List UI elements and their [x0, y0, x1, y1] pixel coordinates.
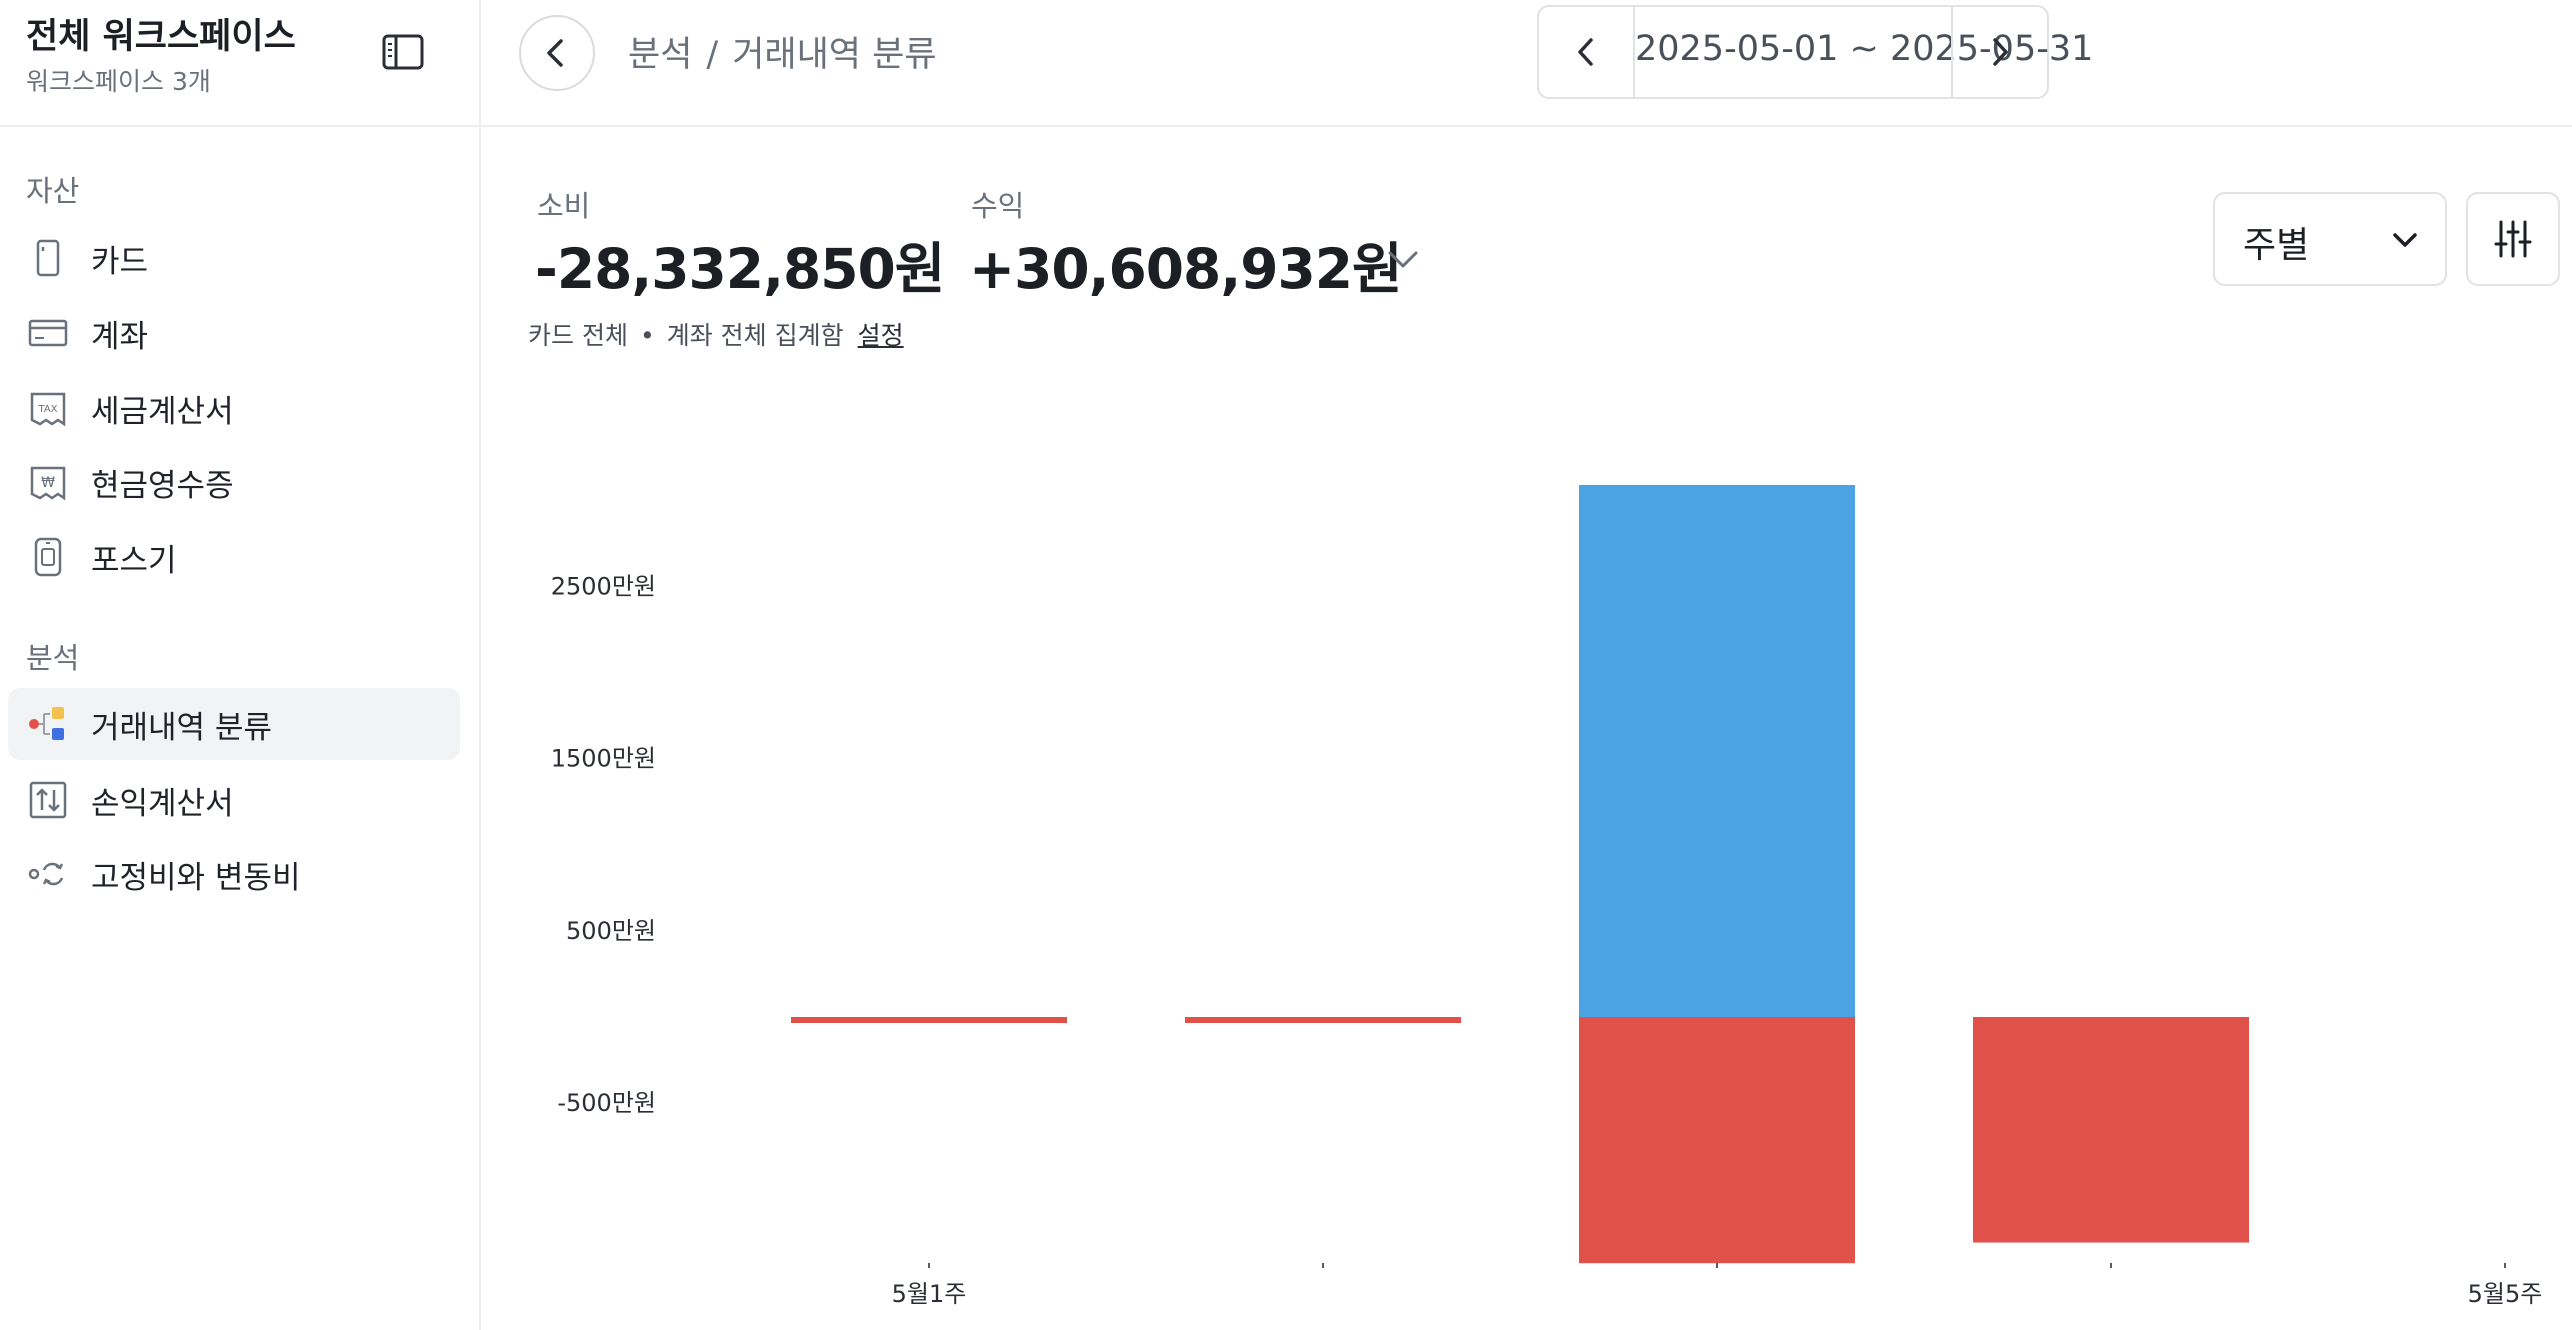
sidebar-item-label: 고정비와 변동비	[91, 860, 301, 896]
chevron-left-icon	[547, 39, 563, 67]
expense-label: 소비	[537, 189, 591, 223]
x-axis: 5월1주 5월5주	[892, 1263, 2543, 1308]
sidebar-item-income-statement[interactable]: 손익계산서	[8, 764, 460, 836]
breadcrumb-separator: /	[706, 35, 719, 75]
expense-bar[interactable]	[791, 1017, 1067, 1023]
sidebar: 전체 워크스페이스 워크스페이스 3개 자산 카드 계좌 TAX 세금계산서 ₩…	[0, 0, 481, 1330]
chevron-right-icon	[1993, 38, 2008, 66]
sidebar-item-label: 거래내역 분류	[91, 710, 272, 746]
x-tick-label: 5월5주	[2468, 1280, 2543, 1308]
svg-text:₩: ₩	[41, 475, 55, 491]
cash-receipt-icon: ₩	[28, 462, 68, 502]
chevron-left-icon	[1578, 38, 1593, 66]
weekly-income-expense-chart: 2500만원 1500만원 500만원 -500만원 5월1주 5월5주	[551, 485, 2543, 1308]
back-button[interactable]	[519, 15, 595, 91]
sidebar-item-label: 카드	[91, 244, 149, 280]
date-range-text[interactable]: 2025-05-01 ~ 2025-05-31	[1635, 29, 2093, 69]
bank-account-icon	[28, 313, 68, 353]
pos-terminal-icon	[28, 537, 68, 577]
note-dot: •	[639, 321, 655, 350]
expense-total: -28,332,850원	[535, 237, 945, 301]
date-range-picker: 2025-05-01 ~ 2025-05-31	[1537, 5, 2093, 99]
bars	[791, 485, 2249, 1264]
expense-bar[interactable]	[1185, 1017, 1461, 1023]
y-tick-label: 500만원	[566, 917, 656, 945]
workspace-title[interactable]: 전체 워크스페이스	[26, 8, 296, 59]
workspace-count: 워크스페이스 3개	[26, 67, 211, 96]
income-statement-icon	[28, 780, 68, 820]
breadcrumb: 분석 / 거래내역 분류	[628, 26, 937, 77]
x-tick-label: 5월1주	[892, 1280, 967, 1308]
settings-link[interactable]: 설정	[858, 321, 904, 350]
sidebar-item-fixed-variable-cost[interactable]: 고정비와 변동비	[8, 838, 460, 910]
sidebar-item-label: 포스기	[91, 543, 177, 579]
sidebar-item-transaction-categorize[interactable]: 거래내역 분류	[8, 688, 460, 760]
svg-text:TAX: TAX	[37, 404, 57, 415]
income-label: 수익	[971, 189, 1025, 223]
expense-bar[interactable]	[1579, 1017, 1855, 1264]
breadcrumb-item-current: 거래내역 분류	[732, 35, 937, 75]
income-total: +30,608,932원	[969, 237, 1403, 301]
sidebar-toggle-icon[interactable]	[380, 32, 426, 72]
sliders-icon	[2494, 220, 2532, 258]
sidebar-item-label: 손익계산서	[91, 786, 234, 822]
y-tick-label: 1500만원	[551, 745, 656, 773]
sidebar-item-pos[interactable]: 포스기	[8, 521, 460, 593]
sidebar-item-card[interactable]: 카드	[8, 222, 460, 294]
categorize-icon	[28, 704, 68, 744]
sidebar-item-tax-invoice[interactable]: TAX 세금계산서	[8, 372, 460, 444]
period-select-value: 주별	[2243, 225, 2310, 266]
expense-bar[interactable]	[1973, 1017, 2249, 1243]
tax-invoice-icon: TAX	[28, 388, 68, 428]
y-tick-label: 2500만원	[551, 573, 656, 601]
sidebar-item-account[interactable]: 계좌	[8, 297, 460, 369]
next-period-button[interactable]	[1951, 7, 2047, 97]
sidebar-item-label: 현금영수증	[91, 468, 234, 504]
note-accounts: 계좌 전체 집계함	[666, 321, 844, 350]
y-tick-label: -500만원	[557, 1089, 656, 1117]
note-cards: 카드 전체	[528, 321, 628, 350]
previous-period-button[interactable]	[1539, 7, 1635, 97]
chevron-down-icon	[2387, 222, 2423, 258]
section-label-analysis: 분석	[26, 641, 80, 675]
sidebar-item-cash-receipt[interactable]: ₩ 현금영수증	[8, 446, 460, 518]
y-axis: 2500만원 1500만원 500만원 -500만원	[551, 573, 656, 1118]
fixed-variable-cost-icon	[28, 854, 68, 894]
sidebar-item-label: 계좌	[91, 319, 149, 355]
top-bar: 분석 / 거래내역 분류 2025-05-01 ~ 2025-05-31	[481, 0, 2572, 127]
sidebar-item-label: 세금계산서	[91, 394, 234, 430]
income-bar[interactable]	[1579, 485, 1855, 1017]
aggregation-note: 카드 전체 • 계좌 전체 집계함 설정	[528, 316, 904, 352]
breadcrumb-item-analysis[interactable]: 분석	[628, 35, 692, 75]
filter-button[interactable]	[2466, 192, 2560, 286]
section-label-assets: 자산	[26, 174, 80, 208]
card-icon	[28, 238, 68, 278]
workspace-header[interactable]: 전체 워크스페이스 워크스페이스 3개	[0, 0, 479, 127]
expand-chevron-down-icon[interactable]	[1386, 242, 1420, 276]
period-select[interactable]: 주별	[2213, 192, 2447, 286]
